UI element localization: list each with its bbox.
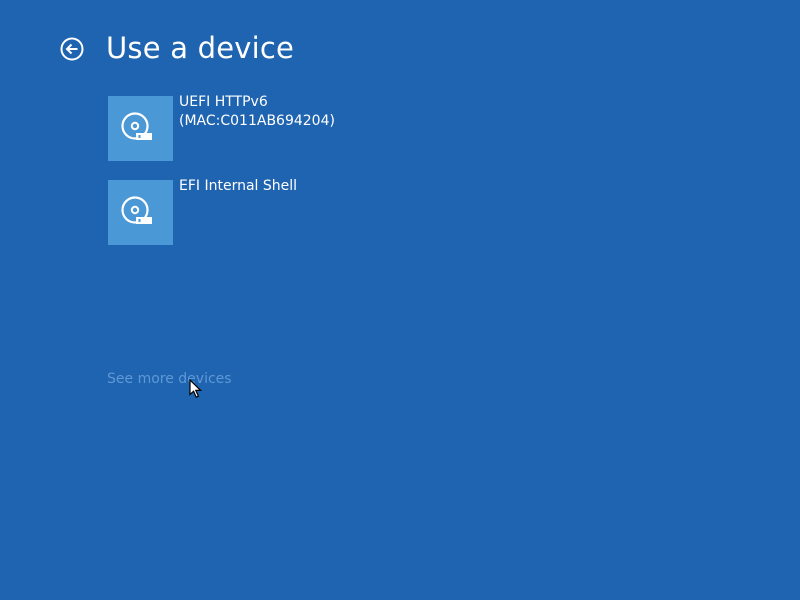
device-name: UEFI HTTPv6 (MAC:C011AB694204) — [179, 93, 379, 131]
device-icon-tile — [108, 180, 173, 245]
disk-drive-icon — [121, 112, 152, 140]
device-tile-uefi-httpv6[interactable]: UEFI HTTPv6 (MAC:C011AB694204) — [107, 94, 367, 161]
device-icon-tile — [108, 96, 173, 161]
device-tile-efi-internal-shell[interactable]: EFI Internal Shell — [107, 178, 367, 245]
device-name-line2: (MAC:C011AB694204) — [179, 113, 335, 129]
back-button[interactable] — [60, 37, 84, 61]
device-name: EFI Internal Shell — [179, 177, 379, 196]
device-name-line1: EFI Internal Shell — [179, 178, 298, 194]
boot-options-screen: Use a device UEFI HTTPv6 (MAC:C011AB6942… — [0, 0, 800, 600]
device-name-line1: UEFI HTTPv6 — [179, 94, 268, 110]
page-title: Use a device — [106, 31, 295, 65]
disk-drive-icon — [121, 196, 152, 224]
back-arrow-circle-icon — [60, 37, 84, 61]
see-more-devices-link[interactable]: See more devices — [107, 370, 232, 388]
